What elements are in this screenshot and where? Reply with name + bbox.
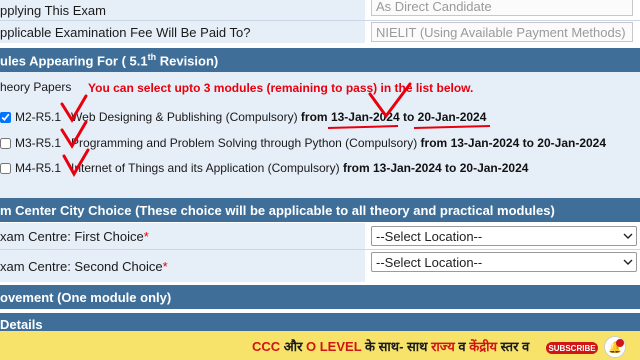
banner-text: CCC और O LEVEL के साथ- साथ राज्य व केंद्…: [252, 339, 530, 354]
notification-dot: [616, 339, 624, 347]
subscribe-button[interactable]: SUBSCRIBE: [546, 342, 598, 354]
underline-mark: [327, 125, 399, 129]
check-mark-icon: [60, 120, 88, 149]
annotation-marks: [60, 82, 491, 178]
promo-banner: CCC और O LEVEL के साथ- साथ राज्य व केंद्…: [0, 331, 640, 360]
check-mark-icon: [62, 148, 90, 178]
check-mark-icon: [368, 82, 412, 119]
check-mark-icon: [60, 94, 88, 123]
underline-mark: [413, 125, 491, 129]
